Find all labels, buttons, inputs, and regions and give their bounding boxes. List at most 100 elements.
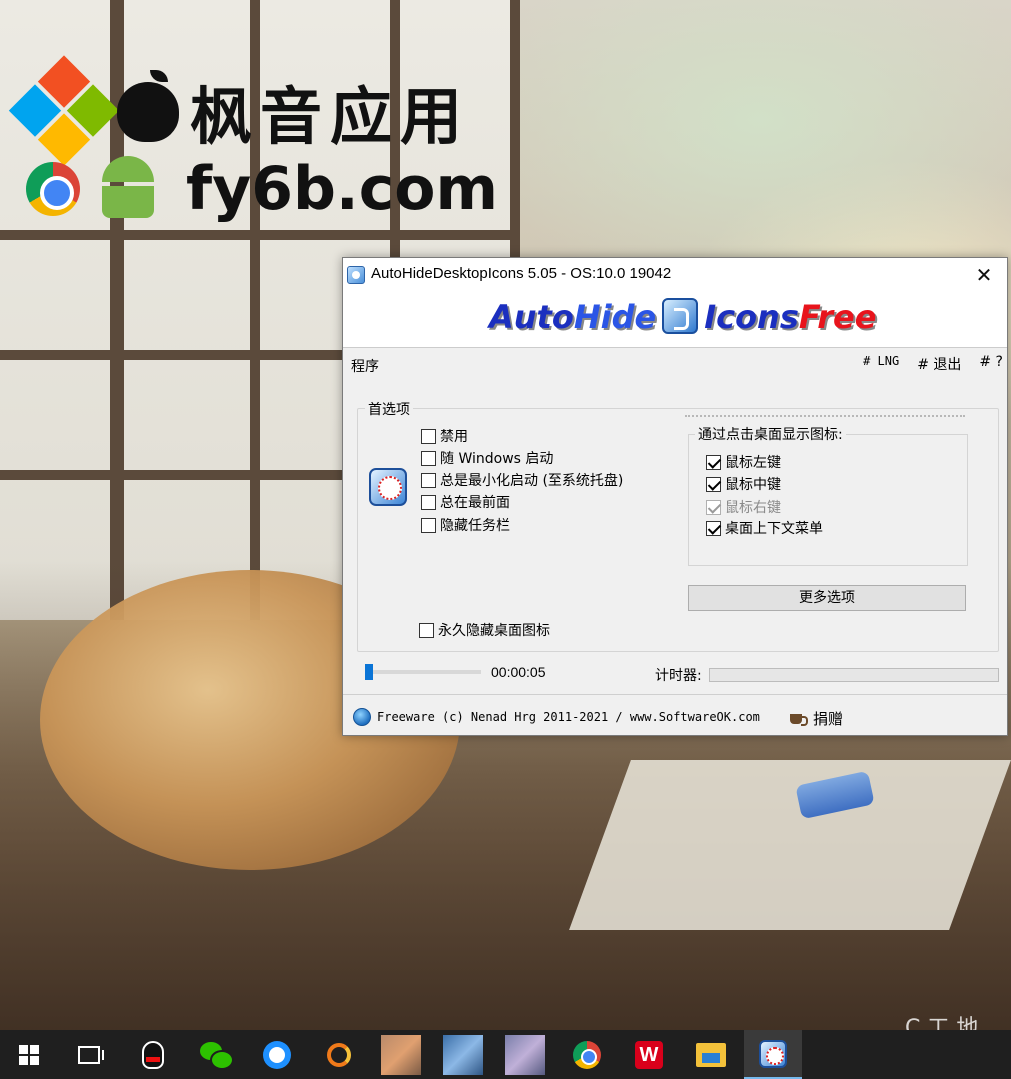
taskbar-qq-browser[interactable] xyxy=(248,1030,306,1079)
watermark-logo: 枫音应用 fy6b.com xyxy=(8,55,498,226)
menu-bar: 程序 # LNG # 退出 # ? xyxy=(343,350,1007,376)
window-title: AutoHideDesktopIcons 5.05 - OS:10.0 1904… xyxy=(371,265,672,282)
autohide-icon xyxy=(759,1039,787,1068)
more-options-button[interactable]: 更多选项 xyxy=(688,585,966,611)
delay-slider-thumb[interactable] xyxy=(365,664,373,680)
logo-free: Free xyxy=(798,298,877,336)
taskbar-wps[interactable]: W xyxy=(620,1030,678,1079)
taskbar-blurred-app-3[interactable] xyxy=(496,1030,554,1079)
coffee-cup-icon[interactable] xyxy=(789,708,808,726)
menu-help[interactable]: # ? xyxy=(979,354,1003,374)
checkbox-label: 桌面上下文菜单 xyxy=(725,521,823,537)
start-icon xyxy=(19,1044,39,1065)
checkbox-label: 隐藏任务栏 xyxy=(440,518,510,534)
checkbox-always-on-top[interactable]: 总在最前面 xyxy=(421,492,510,512)
apple-logo-icon xyxy=(117,82,179,142)
checkbox-left-click[interactable]: 鼠标左键 xyxy=(706,452,781,472)
android-logo-icon xyxy=(96,156,160,218)
logo-badge-icon xyxy=(662,298,699,334)
taskbar-wechat[interactable] xyxy=(186,1030,244,1079)
title-bar[interactable]: AutoHideDesktopIcons 5.05 - OS:10.0 1904… xyxy=(343,258,1007,292)
checkbox-label: 总在最前面 xyxy=(440,495,510,511)
checkbox-disable[interactable]: 禁用 xyxy=(421,426,468,446)
checkbox-box[interactable] xyxy=(419,622,434,638)
donate-link[interactable]: 捐赠 xyxy=(813,708,843,729)
timer-label: 计时器: xyxy=(655,668,702,684)
checkbox-middle-click[interactable]: 鼠标中键 xyxy=(706,474,781,494)
checkbox-box xyxy=(706,499,721,515)
checkbox-label: 随 Windows 启动 xyxy=(440,451,554,467)
taskbar-autohide[interactable] xyxy=(744,1030,802,1079)
desktop-corner-text: C 工 地 xyxy=(905,1016,979,1030)
globe-icon[interactable] xyxy=(353,708,371,726)
watermark-url: fy6b.com xyxy=(186,154,499,224)
checkbox-label: 鼠标右键 xyxy=(725,500,781,516)
show-icons-label: 通过点击桌面显示图标: xyxy=(695,424,846,444)
banner-logo: AutoHide IconsFree xyxy=(489,298,889,342)
wechat-icon xyxy=(200,1041,234,1070)
windows-logo-icon xyxy=(7,55,120,168)
menu-lng[interactable]: # LNG xyxy=(863,354,899,374)
checkbox-start-minimized[interactable]: 总是最小化启动 (至系统托盘) xyxy=(421,470,623,490)
wps-icon: W xyxy=(635,1040,663,1069)
dotted-separator xyxy=(685,415,965,417)
checkbox-box[interactable] xyxy=(421,428,436,444)
menu-program[interactable]: 程序 xyxy=(351,356,379,376)
preferences-label: 首选项 xyxy=(365,399,413,419)
logo-icons: Icons xyxy=(704,298,799,336)
blurred-app-1 xyxy=(381,1034,421,1075)
checkbox-label: 鼠标左键 xyxy=(725,455,781,471)
checkbox-box[interactable] xyxy=(421,494,436,510)
checkbox-box[interactable] xyxy=(421,517,436,533)
logo-auto: Auto xyxy=(489,298,574,336)
file-explorer-icon xyxy=(696,1042,726,1067)
autohide-window: AutoHideDesktopIcons 5.05 - OS:10.0 1904… xyxy=(342,257,1008,736)
checkbox-label: 总是最小化启动 (至系统托盘) xyxy=(440,473,624,489)
taskbar-file-explorer[interactable] xyxy=(682,1030,740,1079)
apple-leaf-icon xyxy=(150,70,168,82)
checkbox-label: 永久隐藏桌面图标 xyxy=(438,623,550,639)
checkbox-box[interactable] xyxy=(706,476,721,492)
chrome-icon xyxy=(573,1040,601,1069)
checkbox-label: 鼠标中键 xyxy=(725,477,781,493)
taskbar-qq[interactable] xyxy=(124,1030,182,1079)
checkbox-start-with-windows[interactable]: 随 Windows 启动 xyxy=(421,448,553,468)
app-icon xyxy=(347,266,365,284)
wallpaper-paper xyxy=(569,760,1011,930)
taskbar-g-app[interactable] xyxy=(310,1030,368,1079)
g-app-icon xyxy=(327,1042,351,1067)
checkbox-context-menu[interactable]: 桌面上下文菜单 xyxy=(706,518,823,538)
footer-separator xyxy=(343,694,1007,695)
blurred-app-3 xyxy=(505,1034,545,1075)
checkbox-box[interactable] xyxy=(421,472,436,488)
taskbar-start[interactable] xyxy=(0,1030,58,1079)
copyright-link[interactable]: Freeware (c) Nenad Hrg 2011-2021 / www.S… xyxy=(377,710,760,724)
checkbox-hide-taskbar[interactable]: 隐藏任务栏 xyxy=(421,515,510,535)
checkbox-label: 禁用 xyxy=(440,429,468,445)
taskbar-blurred-app-2[interactable] xyxy=(434,1030,492,1079)
app-banner: AutoHide IconsFree xyxy=(343,292,1007,348)
footer: Freeware (c) Nenad Hrg 2011-2021 / www.S… xyxy=(343,700,1007,734)
delay-time: 00:00:05 xyxy=(491,664,546,680)
watermark-title: 枫音应用 xyxy=(190,80,471,153)
autohide-large-icon xyxy=(369,468,407,506)
menu-exit[interactable]: # 退出 xyxy=(917,354,961,374)
timer-progress-bar xyxy=(709,668,999,682)
chrome-logo-icon xyxy=(26,162,80,216)
checkbox-box[interactable] xyxy=(421,450,436,466)
checkbox-permanent-hide[interactable]: 永久隐藏桌面图标 xyxy=(419,620,550,640)
logo-hide: Hide xyxy=(573,298,657,336)
delay-slider-track[interactable] xyxy=(365,670,481,674)
close-button[interactable]: ✕ xyxy=(967,262,1001,288)
task-view-icon xyxy=(78,1045,104,1064)
qq-icon xyxy=(142,1040,164,1069)
taskbar-task-view[interactable] xyxy=(60,1030,118,1079)
taskbar-chrome[interactable] xyxy=(558,1030,616,1079)
blurred-app-2 xyxy=(443,1034,483,1075)
taskbar: W xyxy=(0,1030,1011,1079)
checkbox-box[interactable] xyxy=(706,520,721,536)
taskbar-blurred-app-1[interactable] xyxy=(372,1030,430,1079)
checkbox-box[interactable] xyxy=(706,454,721,470)
menu-right-group: # LNG # 退出 # ? xyxy=(863,354,1003,374)
checkbox-right-click: 鼠标右键 xyxy=(706,497,781,517)
